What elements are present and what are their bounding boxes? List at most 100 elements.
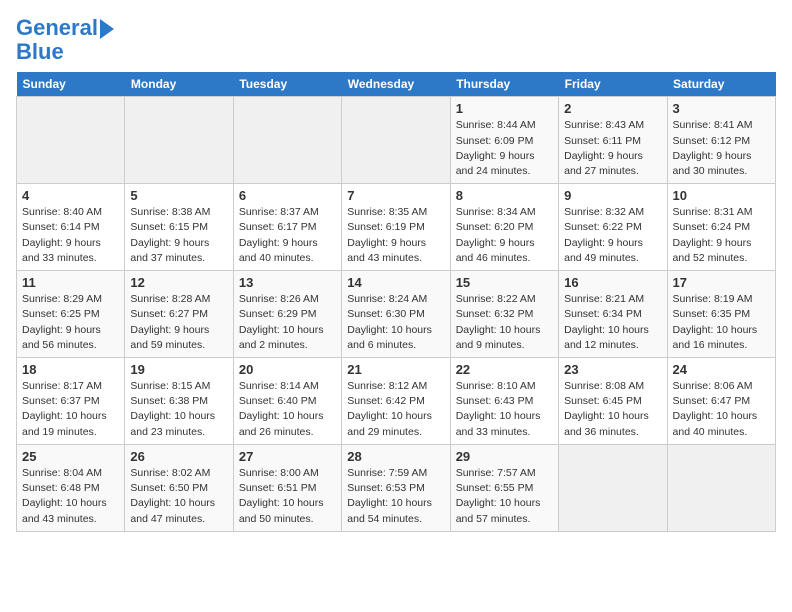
calendar-cell: 4 Sunrise: 8:40 AM Sunset: 6:14 PM Daylig… xyxy=(17,184,125,271)
day-number: 21 xyxy=(347,362,444,377)
day-info: Sunrise: 8:21 AM Sunset: 6:34 PM Dayligh… xyxy=(564,292,661,353)
day-number: 13 xyxy=(239,275,336,290)
day-info: Sunrise: 8:26 AM Sunset: 6:29 PM Dayligh… xyxy=(239,292,336,353)
calendar-cell xyxy=(342,97,450,184)
day-number: 18 xyxy=(22,362,119,377)
calendar-cell: 13 Sunrise: 8:26 AM Sunset: 6:29 PM Dayli… xyxy=(233,271,341,358)
day-info: Sunrise: 8:00 AM Sunset: 6:51 PM Dayligh… xyxy=(239,466,336,527)
day-info: Sunrise: 8:41 AM Sunset: 6:12 PM Dayligh… xyxy=(673,118,770,179)
day-info: Sunrise: 8:02 AM Sunset: 6:50 PM Dayligh… xyxy=(130,466,227,527)
calendar-cell: 17 Sunrise: 8:19 AM Sunset: 6:35 PM Dayli… xyxy=(667,271,775,358)
calendar-table: SundayMondayTuesdayWednesdayThursdayFrid… xyxy=(16,72,776,531)
day-info: Sunrise: 8:29 AM Sunset: 6:25 PM Dayligh… xyxy=(22,292,119,353)
calendar-cell: 14 Sunrise: 8:24 AM Sunset: 6:30 PM Dayli… xyxy=(342,271,450,358)
day-number: 16 xyxy=(564,275,661,290)
day-info: Sunrise: 8:34 AM Sunset: 6:20 PM Dayligh… xyxy=(456,205,553,266)
week-row-5: 25 Sunrise: 8:04 AM Sunset: 6:48 PM Dayli… xyxy=(17,444,776,531)
day-number: 10 xyxy=(673,188,770,203)
day-header-thursday: Thursday xyxy=(450,72,558,97)
calendar-cell: 2 Sunrise: 8:43 AM Sunset: 6:11 PM Daylig… xyxy=(559,97,667,184)
day-info: Sunrise: 8:22 AM Sunset: 6:32 PM Dayligh… xyxy=(456,292,553,353)
day-info: Sunrise: 8:24 AM Sunset: 6:30 PM Dayligh… xyxy=(347,292,444,353)
logo-text-blue: Blue xyxy=(16,40,64,64)
calendar-cell xyxy=(559,444,667,531)
calendar-cell: 25 Sunrise: 8:04 AM Sunset: 6:48 PM Dayli… xyxy=(17,444,125,531)
day-info: Sunrise: 8:08 AM Sunset: 6:45 PM Dayligh… xyxy=(564,379,661,440)
calendar-cell: 22Sunrise: 8:10 AM Sunset: 6:43 PM Dayli… xyxy=(450,358,558,445)
day-info: Sunrise: 8:12 AM Sunset: 6:42 PM Dayligh… xyxy=(347,379,444,440)
calendar-cell: 21 Sunrise: 8:12 AM Sunset: 6:42 PM Dayli… xyxy=(342,358,450,445)
day-number: 26 xyxy=(130,449,227,464)
day-number: 22 xyxy=(456,362,553,377)
calendar-cell: 24 Sunrise: 8:06 AM Sunset: 6:47 PM Dayli… xyxy=(667,358,775,445)
week-row-1: 1 Sunrise: 8:44 AM Sunset: 6:09 PM Daylig… xyxy=(17,97,776,184)
calendar-cell xyxy=(233,97,341,184)
day-info: Sunrise: 8:28 AM Sunset: 6:27 PM Dayligh… xyxy=(130,292,227,353)
week-row-2: 4 Sunrise: 8:40 AM Sunset: 6:14 PM Daylig… xyxy=(17,184,776,271)
calendar-cell: 3 Sunrise: 8:41 AM Sunset: 6:12 PM Daylig… xyxy=(667,97,775,184)
day-info: Sunrise: 8:31 AM Sunset: 6:24 PM Dayligh… xyxy=(673,205,770,266)
calendar-cell xyxy=(667,444,775,531)
day-number: 28 xyxy=(347,449,444,464)
header: General Blue xyxy=(16,16,776,64)
day-info: Sunrise: 7:57 AM Sunset: 6:55 PM Dayligh… xyxy=(456,466,553,527)
calendar-cell: 6Sunrise: 8:37 AM Sunset: 6:17 PM Daylig… xyxy=(233,184,341,271)
day-number: 9 xyxy=(564,188,661,203)
day-info: Sunrise: 8:40 AM Sunset: 6:14 PM Dayligh… xyxy=(22,205,119,266)
logo: General Blue xyxy=(16,16,114,64)
day-info: Sunrise: 8:43 AM Sunset: 6:11 PM Dayligh… xyxy=(564,118,661,179)
calendar-cell: 29 Sunrise: 7:57 AM Sunset: 6:55 PM Dayli… xyxy=(450,444,558,531)
day-info: Sunrise: 8:06 AM Sunset: 6:47 PM Dayligh… xyxy=(673,379,770,440)
day-info: Sunrise: 8:35 AM Sunset: 6:19 PM Dayligh… xyxy=(347,205,444,266)
calendar-cell: 15 Sunrise: 8:22 AM Sunset: 6:32 PM Dayli… xyxy=(450,271,558,358)
day-header-friday: Friday xyxy=(559,72,667,97)
day-number: 19 xyxy=(130,362,227,377)
day-number: 27 xyxy=(239,449,336,464)
week-row-4: 18 Sunrise: 8:17 AM Sunset: 6:37 PM Dayli… xyxy=(17,358,776,445)
calendar-cell: 23 Sunrise: 8:08 AM Sunset: 6:45 PM Dayli… xyxy=(559,358,667,445)
calendar-cell xyxy=(125,97,233,184)
day-info: Sunrise: 8:44 AM Sunset: 6:09 PM Dayligh… xyxy=(456,118,553,179)
day-number: 25 xyxy=(22,449,119,464)
day-number: 24 xyxy=(673,362,770,377)
day-info: Sunrise: 8:04 AM Sunset: 6:48 PM Dayligh… xyxy=(22,466,119,527)
calendar-cell: 1 Sunrise: 8:44 AM Sunset: 6:09 PM Daylig… xyxy=(450,97,558,184)
day-number: 7 xyxy=(347,188,444,203)
day-info: Sunrise: 8:17 AM Sunset: 6:37 PM Dayligh… xyxy=(22,379,119,440)
day-number: 5 xyxy=(130,188,227,203)
day-info: Sunrise: 7:59 AM Sunset: 6:53 PM Dayligh… xyxy=(347,466,444,527)
day-header-tuesday: Tuesday xyxy=(233,72,341,97)
day-info: Sunrise: 8:37 AM Sunset: 6:17 PM Dayligh… xyxy=(239,205,336,266)
day-number: 3 xyxy=(673,101,770,116)
day-header-saturday: Saturday xyxy=(667,72,775,97)
calendar-cell: 28 Sunrise: 7:59 AM Sunset: 6:53 PM Dayli… xyxy=(342,444,450,531)
day-info: Sunrise: 8:19 AM Sunset: 6:35 PM Dayligh… xyxy=(673,292,770,353)
calendar-cell: 5 Sunrise: 8:38 AM Sunset: 6:15 PM Daylig… xyxy=(125,184,233,271)
calendar-cell: 11Sunrise: 8:29 AM Sunset: 6:25 PM Dayli… xyxy=(17,271,125,358)
day-number: 4 xyxy=(22,188,119,203)
day-number: 23 xyxy=(564,362,661,377)
day-number: 12 xyxy=(130,275,227,290)
calendar-cell: 9 Sunrise: 8:32 AM Sunset: 6:22 PM Daylig… xyxy=(559,184,667,271)
week-row-3: 11Sunrise: 8:29 AM Sunset: 6:25 PM Dayli… xyxy=(17,271,776,358)
day-number: 2 xyxy=(564,101,661,116)
day-info: Sunrise: 8:32 AM Sunset: 6:22 PM Dayligh… xyxy=(564,205,661,266)
day-number: 15 xyxy=(456,275,553,290)
calendar-cell: 12 Sunrise: 8:28 AM Sunset: 6:27 PM Dayli… xyxy=(125,271,233,358)
day-number: 29 xyxy=(456,449,553,464)
day-header-sunday: Sunday xyxy=(17,72,125,97)
logo-arrow-icon xyxy=(100,19,114,39)
calendar-cell: 27 Sunrise: 8:00 AM Sunset: 6:51 PM Dayli… xyxy=(233,444,341,531)
day-number: 17 xyxy=(673,275,770,290)
calendar-cell: 10 Sunrise: 8:31 AM Sunset: 6:24 PM Dayli… xyxy=(667,184,775,271)
calendar-cell: 16 Sunrise: 8:21 AM Sunset: 6:34 PM Dayli… xyxy=(559,271,667,358)
calendar-cell: 18 Sunrise: 8:17 AM Sunset: 6:37 PM Dayli… xyxy=(17,358,125,445)
calendar-cell xyxy=(17,97,125,184)
day-number: 1 xyxy=(456,101,553,116)
day-info: Sunrise: 8:14 AM Sunset: 6:40 PM Dayligh… xyxy=(239,379,336,440)
calendar-cell: 20 Sunrise: 8:14 AM Sunset: 6:40 PM Dayli… xyxy=(233,358,341,445)
day-number: 20 xyxy=(239,362,336,377)
day-number: 14 xyxy=(347,275,444,290)
day-info: Sunrise: 8:15 AM Sunset: 6:38 PM Dayligh… xyxy=(130,379,227,440)
day-info: Sunrise: 8:38 AM Sunset: 6:15 PM Dayligh… xyxy=(130,205,227,266)
